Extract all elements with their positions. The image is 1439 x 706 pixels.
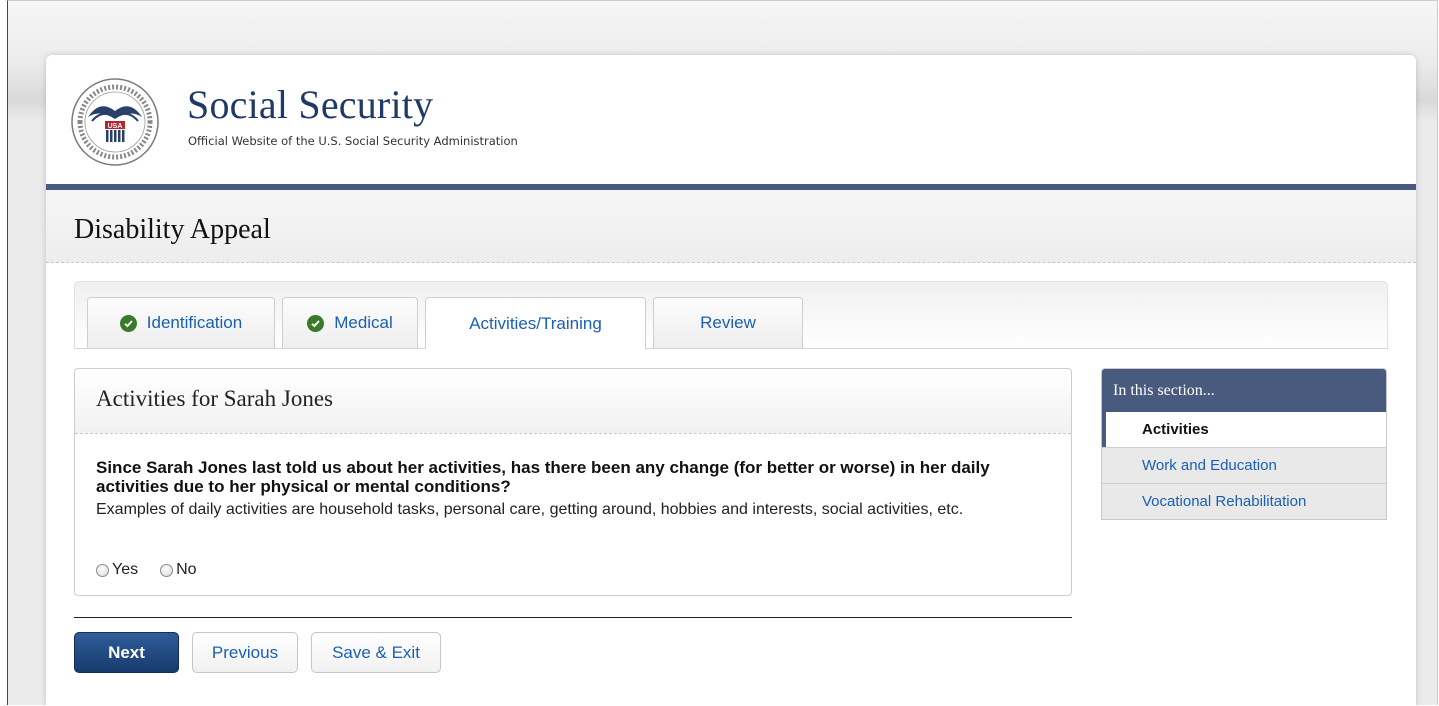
progress-tabs: Identification Medical Activities/Traini… (74, 281, 1388, 349)
check-circle-icon (307, 314, 325, 332)
tab-label: Review (700, 313, 756, 332)
radio-circle[interactable] (160, 563, 174, 577)
radio-label: Yes (112, 561, 139, 578)
question-text: Since Sarah Jones last told us about her… (96, 458, 990, 496)
radio-no[interactable]: No (160, 561, 197, 579)
tab-label: Medical (334, 313, 393, 332)
activities-panel: Activities for Sarah Jones Since Sarah J… (74, 368, 1072, 596)
svg-text:USA: USA (108, 123, 123, 130)
radio-circle[interactable] (96, 563, 109, 577)
side-nav-item-activities[interactable]: Activities (1102, 412, 1386, 447)
save-exit-button[interactable]: Save & Exit (311, 632, 441, 673)
section-side-nav: In this section... Activities Work and E… (1101, 368, 1387, 520)
previous-button[interactable]: Previous (192, 632, 298, 673)
tab-label: Activities/Training (469, 313, 602, 333)
brand-subtitle: Official Website of the U.S. Social Secu… (188, 134, 518, 148)
tab-label: Identification (146, 313, 243, 332)
side-nav-item-vocational-rehabilitation[interactable]: Vocational Rehabilitation (1102, 483, 1386, 519)
ssa-seal-logo[interactable]: USA (70, 77, 160, 167)
section-header: Activities for Sarah Jones (75, 369, 1071, 434)
brand-title[interactable]: Social Security (187, 81, 433, 128)
change-radio-group: Yes No (96, 561, 197, 579)
radio-yes[interactable]: Yes (96, 561, 138, 579)
main-card: USA Social Security Official Website of … (46, 55, 1416, 706)
tab-medical[interactable]: Medical (282, 297, 418, 348)
side-nav-heading: In this section... (1102, 369, 1386, 412)
browser-viewport: USA Social Security Official Website of … (7, 0, 1438, 706)
check-circle-icon (119, 314, 137, 332)
section-title: Activities for Sarah Jones (96, 386, 333, 411)
side-nav-item-work-education[interactable]: Work and Education (1102, 447, 1386, 483)
tab-identification[interactable]: Identification (87, 297, 275, 348)
next-button[interactable]: Next (74, 632, 179, 673)
page-title: Disability Appeal (74, 214, 271, 245)
tab-activities-training[interactable]: Activities/Training (425, 297, 646, 349)
site-header: USA Social Security Official Website of … (46, 55, 1416, 190)
form-divider (74, 617, 1072, 618)
page-title-bar: Disability Appeal (46, 190, 1416, 263)
examples-text: Examples of daily activities are househo… (96, 501, 964, 518)
radio-label: No (176, 561, 197, 578)
tab-review[interactable]: Review (653, 297, 803, 348)
